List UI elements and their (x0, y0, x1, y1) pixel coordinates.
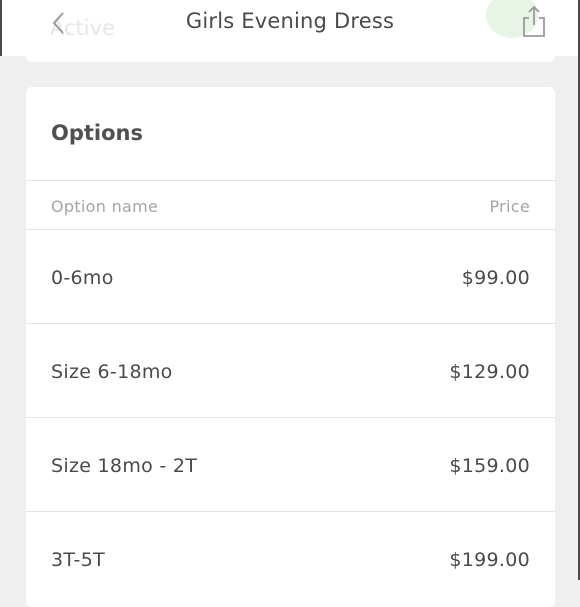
option-row[interactable]: Size 18mo - 2T $159.00 (26, 418, 555, 512)
option-price: $99.00 (461, 267, 530, 289)
nav-header: Active Girls Evening Dress (0, 0, 580, 56)
option-price: $199.00 (449, 549, 530, 571)
options-card: Options Option name Price 0-6mo $99.00 S… (26, 87, 555, 607)
option-name: Size 6-18mo (51, 361, 173, 383)
divider (26, 180, 555, 181)
column-header-price: Price (489, 197, 530, 216)
option-price: $129.00 (449, 361, 530, 383)
column-header-option-name: Option name (51, 197, 159, 216)
option-name: 3T-5T (51, 549, 106, 571)
option-name: 0-6mo (51, 267, 114, 289)
previous-card-bottom (26, 52, 555, 62)
option-price: $159.00 (449, 455, 530, 477)
option-row[interactable]: 0-6mo $99.00 (26, 230, 555, 324)
options-heading: Options (51, 121, 143, 145)
option-row[interactable]: 3T-5T $199.00 (26, 512, 555, 606)
option-name: Size 18mo - 2T (51, 455, 198, 477)
share-icon[interactable] (521, 4, 547, 38)
option-row[interactable]: Size 6-18mo $129.00 (26, 324, 555, 418)
